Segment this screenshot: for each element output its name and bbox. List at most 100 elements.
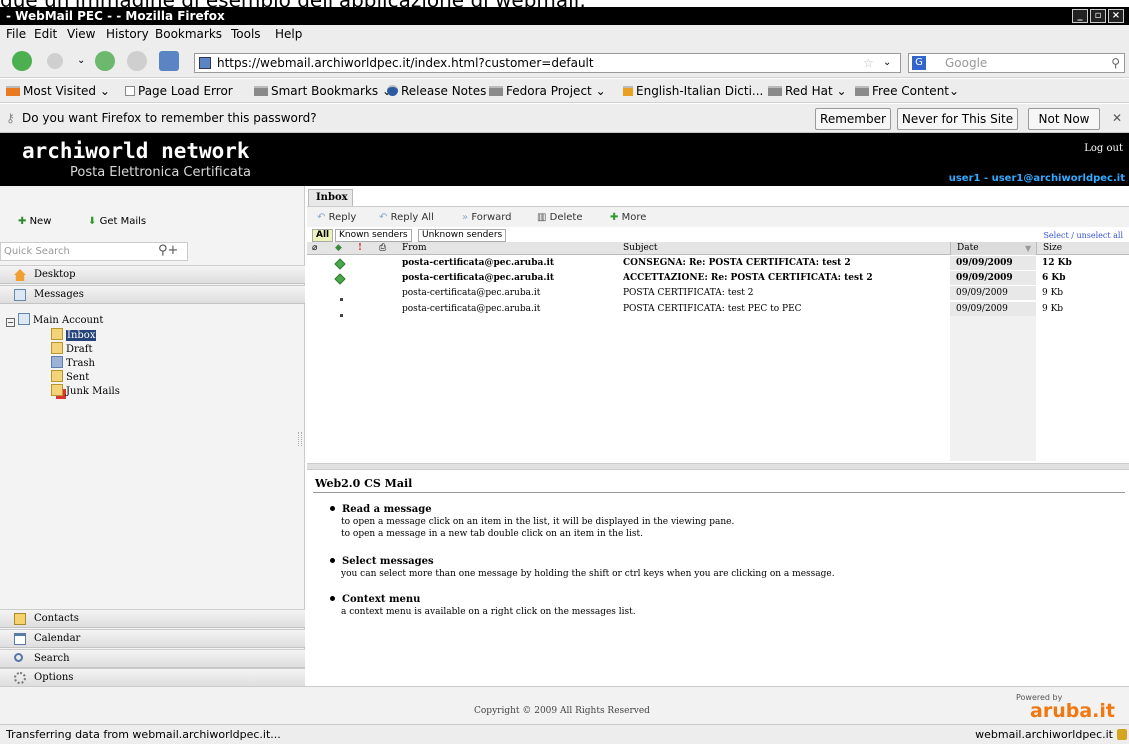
priority-column-icon[interactable]: !	[358, 242, 362, 255]
reply-all-button[interactable]: ↶ Reply All	[379, 207, 434, 228]
site-identity-icon[interactable]	[199, 57, 211, 69]
sidebar-item-options[interactable]: Options	[0, 668, 305, 687]
attachment-column-icon[interactable]: ⌀	[312, 242, 317, 255]
folder-draft[interactable]: Draft	[51, 342, 92, 357]
more-button[interactable]: ✚ More	[610, 207, 646, 228]
inbox-icon	[51, 328, 63, 340]
history-dropdown-icon[interactable]: ⌄	[77, 55, 85, 66]
menu-tools[interactable]: Tools	[231, 25, 261, 44]
close-notification-icon[interactable]: ✕	[1112, 104, 1122, 133]
tab-inbox[interactable]: Inbox	[308, 189, 353, 206]
new-button[interactable]: ✚ New	[18, 216, 51, 227]
sidebar-item-messages[interactable]: Messages	[0, 285, 305, 304]
back-icon[interactable]	[12, 51, 32, 71]
collapse-icon[interactable]: −	[6, 318, 15, 327]
dictionary-icon	[623, 86, 633, 96]
url-bar[interactable]: https://webmail.archiworldpec.it/index.h…	[194, 53, 901, 73]
delete-button[interactable]: ▥ Delete	[537, 207, 583, 228]
quick-search-input[interactable]: Quick Search ⚲+	[0, 242, 188, 261]
folder-label-inbox: Inbox	[66, 330, 97, 341]
minimize-button[interactable]: _	[1072, 9, 1088, 23]
sidebar-label-desktop: Desktop	[34, 269, 76, 280]
filter-known-senders[interactable]: Known senders	[335, 229, 412, 242]
sort-arrow-icon[interactable]: ▼	[1025, 242, 1031, 255]
menu-file[interactable]: File	[6, 25, 26, 44]
home-icon[interactable]	[159, 51, 179, 71]
tip-text: to open a message click on an item in th…	[341, 517, 735, 527]
bookmark-star-icon[interactable]: ☆	[863, 54, 874, 72]
menu-bookmarks[interactable]: Bookmarks	[155, 25, 222, 44]
tree-main-account[interactable]: − Main Account	[6, 313, 103, 328]
junk-icon	[51, 384, 63, 396]
preview-divider	[313, 492, 1125, 493]
preview-pane: Web2.0 CS Mail Read a message to open a …	[307, 470, 1129, 686]
tip-text: you can select more than one message by …	[341, 569, 835, 579]
aruba-logo[interactable]: aruba.it	[1030, 700, 1115, 722]
bookmark-free-content[interactable]: Free Content⌄	[855, 79, 959, 103]
download-arrow-icon: ⬇	[88, 216, 97, 227]
message-row[interactable]: posta-certificata@pec.aruba.it POSTA CER…	[307, 302, 1129, 317]
bookmark-most-visited[interactable]: Most Visited ⌄	[6, 79, 110, 103]
sidebar-item-desktop[interactable]: Desktop	[0, 265, 305, 284]
lock-icon[interactable]	[1117, 729, 1127, 740]
message-date: 09/09/2009	[950, 302, 1036, 316]
close-button[interactable]: ×	[1108, 9, 1124, 23]
get-mails-button[interactable]: ⬇ Get Mails	[88, 216, 146, 227]
menu-edit[interactable]: Edit	[34, 25, 57, 44]
select-unselect-all-link[interactable]: Select / unselect all	[1043, 231, 1123, 240]
read-status-column-icon[interactable]: ◆	[335, 242, 342, 255]
preview-splitter[interactable]	[307, 463, 1129, 470]
search-field[interactable]: G Google ⚲	[908, 53, 1125, 73]
sidebar-item-calendar[interactable]: Calendar	[0, 629, 305, 648]
folder-label-junk-mails: Junk Mails	[66, 386, 120, 397]
reply-button[interactable]: ↶ Reply	[317, 207, 356, 228]
tip-read-message: Read a message to open a message click o…	[341, 503, 734, 540]
remember-button[interactable]: Remember	[815, 108, 891, 130]
reload-icon[interactable]	[95, 51, 115, 71]
menu-bar: File Edit View History Bookmarks Tools H…	[0, 25, 1129, 44]
folder-label-trash: Trash	[66, 358, 95, 369]
message-row[interactable]: posta-certificata@pec.aruba.it POSTA CER…	[307, 286, 1129, 301]
message-subject: POSTA CERTIFICATA: test PEC to PEC	[623, 304, 802, 314]
bookmark-red-hat[interactable]: Red Hat ⌄	[768, 79, 847, 103]
url-dropdown-icon[interactable]: ⌄	[883, 54, 891, 72]
message-size: 6 Kb	[1042, 273, 1066, 283]
window-title: - WebMail PEC - - Mozilla Firefox	[6, 9, 225, 23]
folder-sent[interactable]: Sent	[51, 370, 89, 385]
never-for-this-site-button[interactable]: Never for This Site	[897, 108, 1018, 130]
maximize-button[interactable]: ▫	[1090, 9, 1106, 23]
menu-help[interactable]: Help	[275, 25, 302, 44]
search-engine-icon[interactable]: G	[912, 56, 926, 70]
filter-all[interactable]: All	[312, 229, 334, 242]
bookmark-release-notes[interactable]: Release Notes	[387, 79, 486, 103]
menu-history[interactable]: History	[106, 25, 149, 44]
stop-icon[interactable]	[127, 51, 147, 71]
filter-unknown-senders[interactable]: Unknown senders	[418, 229, 507, 242]
bookmark-fedora-project[interactable]: Fedora Project ⌄	[489, 79, 606, 103]
sidebar-item-contacts[interactable]: Contacts	[0, 609, 305, 628]
message-row[interactable]: posta-certificata@pec.aruba.it ACCETTAZI…	[307, 271, 1129, 285]
bookmark-english-italian[interactable]: English-Italian Dicti...	[623, 79, 763, 103]
bookmark-smart-bookmarks[interactable]: Smart Bookmarks ⌄	[254, 79, 392, 103]
message-row[interactable]: posta-certificata@pec.aruba.it CONSEGNA:…	[307, 256, 1129, 270]
not-now-button[interactable]: Not Now	[1028, 108, 1100, 130]
column-from[interactable]: From	[402, 242, 427, 255]
column-size[interactable]: Size	[1036, 242, 1129, 255]
print-column-icon[interactable]: ⎙	[379, 242, 386, 255]
search-icon[interactable]: ⚲+	[158, 242, 178, 259]
logout-link[interactable]: Log out	[1084, 143, 1123, 154]
column-date[interactable]: Date	[950, 242, 1036, 255]
app-header: archiworld network Posta Elettronica Cer…	[0, 133, 1129, 186]
sidebar-item-search[interactable]: Search	[0, 649, 305, 668]
folder-junk-mails[interactable]: Junk Mails	[51, 384, 120, 399]
bookmark-page-load-error[interactable]: Page Load Error	[125, 79, 233, 103]
column-subject[interactable]: Subject	[623, 242, 658, 255]
message-subject: CONSEGNA: Re: POSTA CERTIFICATA: test 2	[623, 258, 851, 268]
forward-button[interactable]: » Forward	[462, 207, 512, 228]
forward-icon[interactable]	[47, 53, 63, 69]
search-icon[interactable]: ⚲	[1111, 54, 1120, 72]
sidebar-resize-handle[interactable]	[298, 432, 302, 446]
folder-trash[interactable]: Trash	[51, 356, 95, 371]
menu-view[interactable]: View	[67, 25, 95, 44]
folder-inbox[interactable]: Inbox	[51, 328, 97, 343]
